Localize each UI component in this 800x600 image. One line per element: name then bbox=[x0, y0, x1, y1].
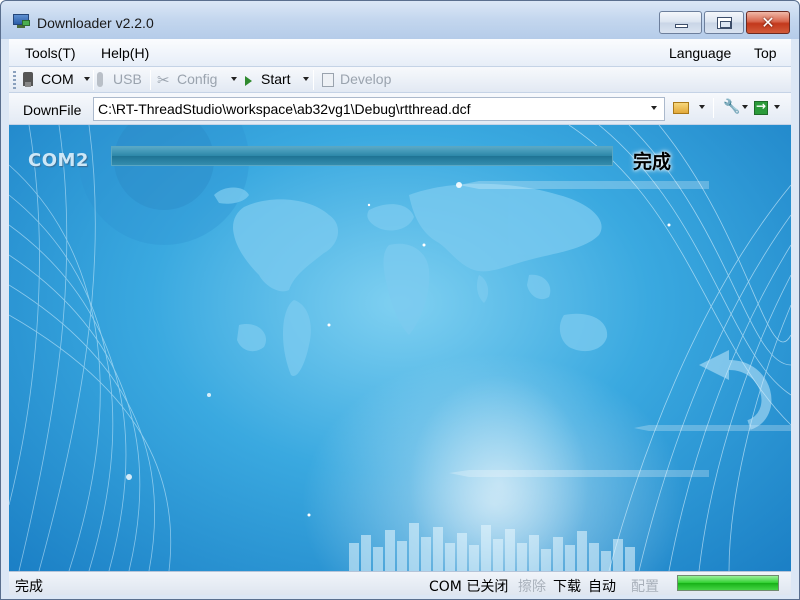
usb-button[interactable]: USB bbox=[113, 71, 142, 87]
maximize-icon bbox=[717, 17, 732, 29]
status-text: 完成 bbox=[15, 579, 43, 595]
maximize-button[interactable] bbox=[704, 11, 744, 34]
main-canvas: COM2 完成 bbox=[9, 125, 791, 571]
download-file-path-combobox[interactable]: C:\RT-ThreadStudio\workspace\ab32vg1\Deb… bbox=[93, 97, 665, 121]
com-button[interactable]: COM bbox=[41, 71, 74, 87]
com-state-text: COM 已关闭 bbox=[429, 579, 509, 595]
status-bar: 完成 COM 已关闭 擦除 下载 自动 配置 bbox=[9, 571, 791, 595]
toolbar-separator bbox=[713, 98, 714, 118]
download-progress-bar bbox=[111, 146, 613, 166]
menu-bar: Tools(T) Help(H) Language Top bbox=[9, 39, 791, 67]
close-icon: ✕ bbox=[761, 13, 775, 32]
path-dropdown-arrow-icon[interactable] bbox=[651, 106, 657, 110]
download-file-bar: DownFile C:\RT-ThreadStudio\workspace\ab… bbox=[9, 93, 791, 125]
com-dropdown-arrow-icon[interactable] bbox=[84, 77, 90, 81]
menu-top[interactable]: Top bbox=[754, 45, 777, 61]
open-folder-icon[interactable] bbox=[673, 102, 689, 114]
menu-help[interactable]: Help(H) bbox=[101, 45, 149, 61]
toolbar-separator bbox=[313, 70, 314, 90]
config-option[interactable]: 配置 bbox=[631, 576, 659, 596]
toolbar: COM USB ✂ Config Start Develop bbox=[9, 67, 791, 93]
wrench-icon[interactable]: 🔧 bbox=[723, 99, 740, 115]
exit-icon[interactable] bbox=[754, 99, 768, 115]
downfile-label: DownFile bbox=[23, 102, 82, 118]
wrench-dropdown-arrow-icon[interactable] bbox=[742, 105, 748, 109]
status-progress-fill bbox=[678, 576, 778, 590]
toolbar-grip[interactable] bbox=[13, 71, 16, 89]
erase-option[interactable]: 擦除 bbox=[518, 576, 546, 596]
toolbar-separator bbox=[150, 70, 151, 90]
minimize-icon bbox=[675, 24, 688, 28]
minimize-button[interactable] bbox=[659, 11, 702, 34]
menu-language[interactable]: Language bbox=[669, 45, 731, 61]
play-icon bbox=[245, 76, 252, 86]
download-progress-fill bbox=[112, 147, 612, 165]
usb-icon bbox=[97, 72, 103, 87]
status-progress-bar bbox=[677, 575, 779, 591]
config-dropdown-arrow-icon[interactable] bbox=[231, 77, 237, 81]
window-title: Downloader v2.2.0 bbox=[37, 15, 154, 31]
start-dropdown-arrow-icon[interactable] bbox=[303, 77, 309, 81]
serial-port-icon bbox=[23, 72, 33, 87]
develop-button[interactable]: Develop bbox=[340, 71, 391, 87]
port-label: COM2 bbox=[28, 150, 89, 171]
app-window: Downloader v2.2.0 ✕ Tools(T) Help(H) Lan… bbox=[0, 0, 800, 600]
download-option[interactable]: 下载 bbox=[553, 576, 581, 596]
close-button[interactable]: ✕ bbox=[746, 11, 790, 34]
config-button[interactable]: Config bbox=[177, 71, 217, 87]
document-icon bbox=[322, 73, 334, 87]
auto-option[interactable]: 自动 bbox=[588, 576, 616, 596]
folder-dropdown-arrow-icon[interactable] bbox=[699, 105, 705, 109]
menu-tools[interactable]: Tools(T) bbox=[25, 45, 76, 61]
download-status-label: 完成 bbox=[633, 151, 672, 173]
world-map-background bbox=[9, 125, 791, 571]
toolbar-separator bbox=[93, 70, 94, 90]
title-bar[interactable]: Downloader v2.2.0 ✕ bbox=[1, 1, 799, 39]
start-button[interactable]: Start bbox=[261, 71, 291, 87]
exit-dropdown-arrow-icon[interactable] bbox=[774, 105, 780, 109]
tools-icon: ✂ bbox=[157, 71, 170, 89]
app-icon bbox=[13, 14, 30, 28]
